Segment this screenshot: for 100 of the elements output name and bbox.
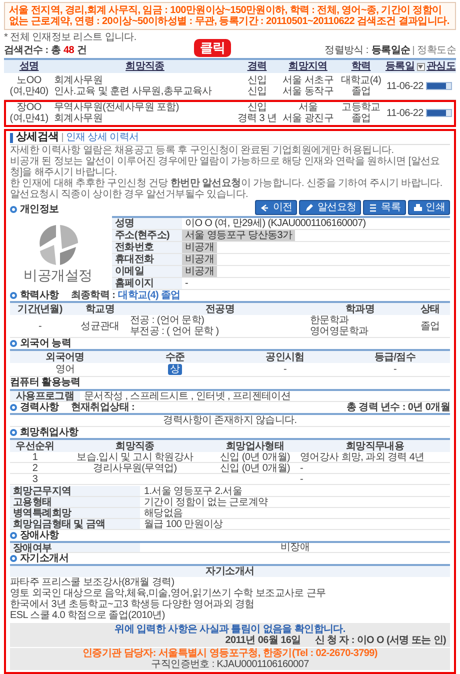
notice-text: * 전체 인재정보 리스트 입니다.	[4, 32, 138, 43]
table-header: 자기소개서	[10, 566, 450, 577]
section-heading: 희망취업사항	[20, 427, 78, 438]
field-value: 이O O (여, 만29세) (KJAU0001106160007)	[184, 218, 367, 229]
notice-item: 비공개 된 정보는 알선이 이루어진 경우에만 열람이 가능하므로 해당 인재와 연락을 원하시면 [알선요청]을 해주시기 바랍니다.	[10, 156, 441, 178]
column-header[interactable]: 학력	[351, 61, 371, 72]
total-career: 총 경력 년수 : 0년 0개월	[346, 402, 450, 413]
table-cell-text: -	[37, 320, 43, 332]
action-button[interactable]: 알선요청	[299, 200, 362, 215]
field-label: 주소(현주소)	[112, 230, 182, 241]
date-cell-text: 11-06-22	[386, 80, 424, 92]
table-cell-text: 한문학과 영어영문학과	[310, 315, 370, 337]
bullet-icon	[10, 404, 17, 411]
final-education-label: 최종학력 :	[70, 290, 116, 301]
column-header: 희망업사형태	[224, 440, 286, 452]
field-value: 비공개	[182, 254, 218, 265]
sort-icon[interactable]	[416, 62, 425, 70]
photo-caption: 비공개설정	[24, 267, 92, 283]
field-value: 문서작성 , 스프레드시트 , 인터넷 , 프리젠테이션	[83, 390, 292, 402]
name-cell-text: 장OO (여,만41)	[8, 102, 50, 124]
job-cell-text: 회계사무원 인사.교육 및 훈련 사무원,총무교육사	[54, 75, 213, 97]
field-value: 월급 100 만원이상	[143, 518, 224, 530]
column-header[interactable]: 관심도	[426, 61, 456, 72]
column-header: 기간(년월)	[16, 304, 64, 314]
section-heading: 경력사항	[20, 402, 59, 413]
section-heading: 외국어 능력	[20, 338, 71, 349]
intro-paragraph: 한국에서 3년 초등학교~고3 학생등 다양한 영어과외 경험	[10, 599, 256, 610]
column-header[interactable]: 성명	[19, 61, 39, 72]
sort-option[interactable]: 등록일순	[371, 45, 410, 56]
column-header: 우선순위	[14, 440, 56, 452]
field-label: 사용프로그램	[10, 391, 80, 401]
table-cell-text: 영어강사 희망, 과외 경력 4년	[300, 452, 426, 463]
section-heading: 개인정보	[20, 204, 59, 215]
sort-label: 정렬방식 :	[324, 45, 368, 56]
table-cell-text: 신입 (0년 0개월)	[218, 452, 292, 463]
list-icon	[368, 202, 378, 212]
contact-text: 인증기관 담당자: 서울특별시 영등포구청, 한종기(Tel : 02-2670-3799)	[82, 648, 378, 659]
field-label: 이메일	[112, 266, 182, 277]
table-cell-text: -	[282, 364, 288, 375]
applicant-signature: 신 청 자 : 이O O (서명 또는 인)	[314, 635, 446, 646]
bullet-icon	[10, 206, 17, 213]
bullet-icon	[10, 532, 17, 539]
column-header[interactable]: 희망직종	[126, 61, 164, 72]
field-label: 성명	[112, 218, 182, 229]
field-value: 해당없음	[143, 508, 184, 518]
career-message: 경력사항이 존재하지 않습니다.	[10, 413, 450, 427]
column-header: 수준	[164, 352, 186, 362]
field-value: 비장애	[279, 542, 311, 553]
field-label: 장애여부	[10, 543, 140, 552]
action-button[interactable]: 이전	[254, 200, 298, 215]
field-label: 휴대전화	[112, 254, 182, 265]
column-header[interactable]: 희망지역	[288, 61, 328, 72]
table-cell-text: 신입 (0년 0개월)	[218, 463, 292, 474]
field-value: 1.서울 영등포구 2.서울	[143, 486, 244, 496]
intro-paragraph: 파타주 프리스쿨 보조강사(8개월 경력) 영토 외국인 대상으로 음악,체육,미술,영어,읽기쓰기 수학 보조교사로 근무	[10, 577, 327, 599]
sort-option[interactable]: 정확도순	[417, 45, 456, 56]
column-header[interactable]: 경력	[247, 61, 267, 72]
region-cell-text: 서울 서울 광진구	[282, 102, 334, 124]
career-cell-text: 신입 신입	[246, 75, 268, 97]
column-header: 희망직무내용	[344, 440, 406, 452]
table-cell-text: 졸업	[419, 320, 441, 332]
field-value: 비공개	[182, 242, 218, 253]
signature-date: 2011년 06월 16일	[225, 635, 301, 646]
column-header: 학교명	[84, 304, 116, 314]
table-cell-text: 영어	[54, 364, 76, 375]
notice-item: 한 인재에 대해 추후한 구인신청 건당 한번만 알선요청이 가능합니다. 신중을 기하여 주시기 바랍니다.	[10, 178, 444, 189]
field-label: 병역특례희망	[10, 508, 140, 518]
table-cell-text: 보습.입시 및 고시 학원강사	[76, 452, 194, 463]
column-header: 학과명	[344, 304, 376, 314]
column-header: 전공명	[204, 304, 236, 314]
table-cell-text: 경리사무원(무역업)	[92, 463, 178, 474]
bullet-icon	[10, 292, 17, 299]
section-heading: 장애사항	[20, 530, 59, 541]
title-marker-icon	[10, 132, 13, 142]
education-cell-text: 고등학교 졸업	[340, 102, 382, 124]
employment-status: 현재취업상태 :	[70, 402, 135, 413]
column-header[interactable]: 등록일	[385, 61, 415, 72]
field-label: 희망근무지역	[10, 486, 140, 496]
bullet-icon	[10, 429, 17, 436]
section-heading: 학력사항	[20, 290, 59, 301]
field-value: 비공개	[182, 266, 218, 277]
table-cell-text: -	[300, 463, 304, 474]
notice-item: 알선요청시 직종이 상이한 경우 알선거부될수 있습니다.	[10, 189, 249, 200]
table-cell-text: 전공 : (언어 문학) 부전공 : ( 언어 문학 )	[130, 315, 220, 337]
field-label: 전화번호	[112, 242, 182, 253]
count-unit: 건	[77, 45, 87, 56]
pencil-icon	[304, 202, 314, 212]
date-cell-text: 11-06-22	[386, 108, 424, 118]
count-label: 검색건수 : 총	[4, 45, 60, 56]
field-value: -	[184, 278, 190, 289]
section-heading: 컴퓨터 활용능력	[10, 377, 82, 388]
action-button[interactable]: 목록	[363, 200, 406, 215]
job-cell-text: 무역사무원(전세사무원 포함) 회계사무원	[54, 102, 180, 124]
intro-paragraph: ESL 스쿨 4.0 학점으로 졸업(2010년)	[10, 610, 166, 621]
column-header: 공인시험	[264, 352, 306, 362]
action-button[interactable]: 인쇄	[408, 200, 450, 215]
interest-meter	[426, 109, 452, 117]
column-header: 외국어명	[44, 352, 86, 362]
education-cell-text: 대학교(4) 졸업	[340, 75, 382, 97]
career-cell: 신입 경력 3 년	[236, 102, 278, 124]
